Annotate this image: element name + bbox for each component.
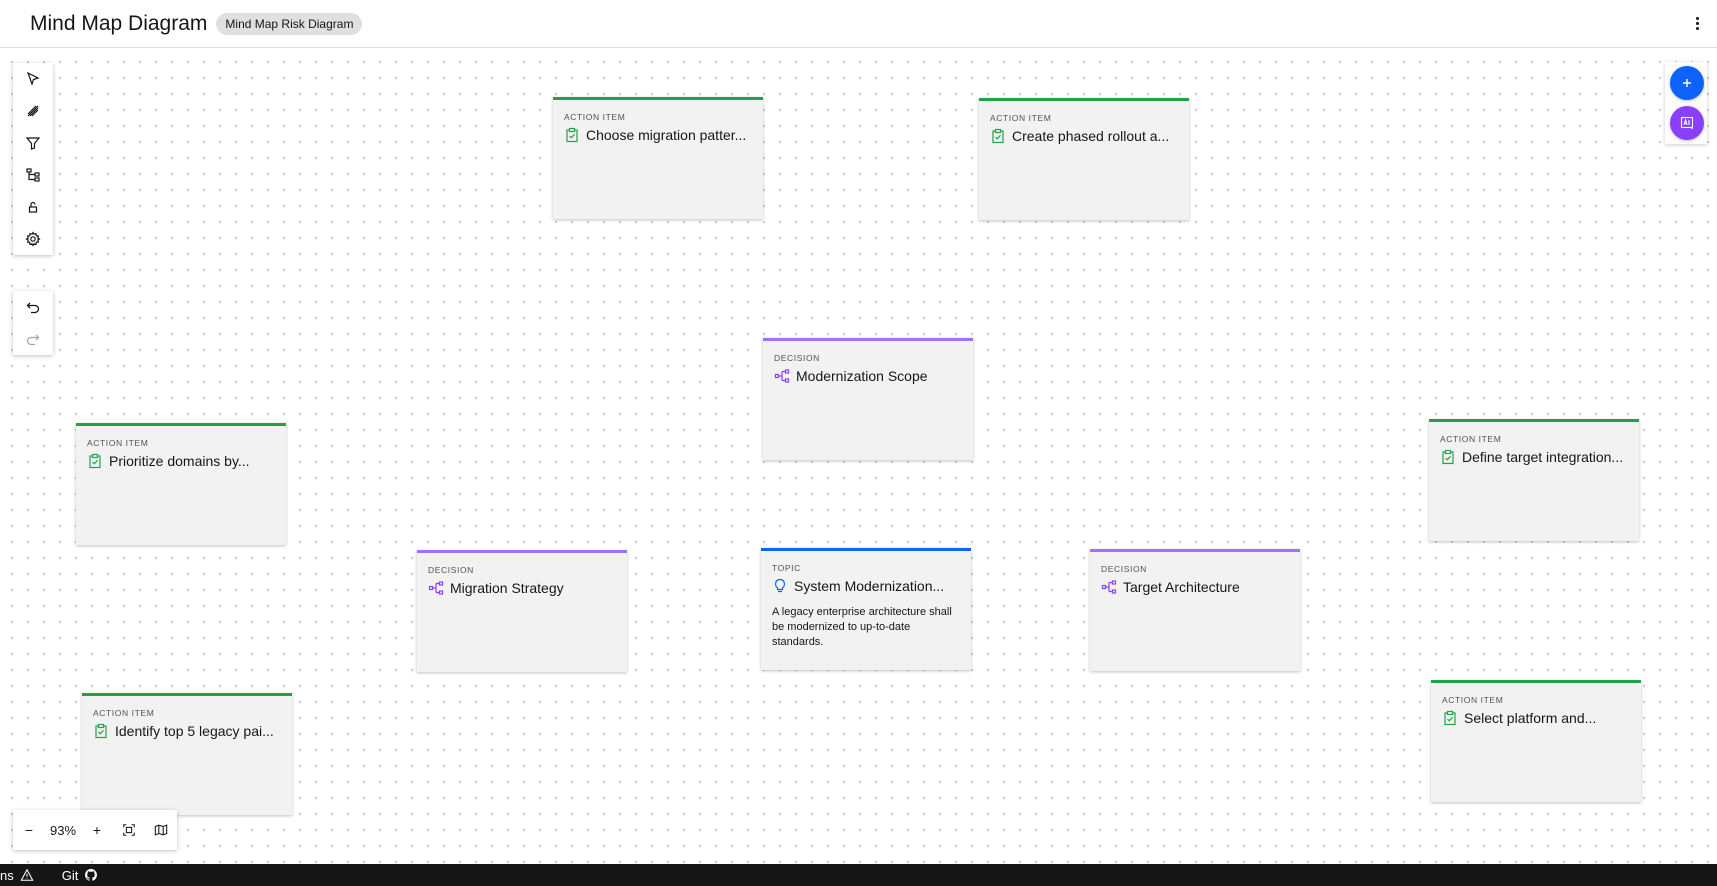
node-action-item[interactable]: ACTION ITEM Create phased rollout a... bbox=[979, 98, 1189, 220]
node-type-label: DECISION bbox=[1101, 564, 1147, 574]
draw-tool-button[interactable] bbox=[13, 95, 53, 127]
decision-tree-icon bbox=[1101, 579, 1117, 595]
map-icon bbox=[154, 824, 168, 836]
tools-toolbar bbox=[13, 63, 53, 255]
node-type-label: TOPIC bbox=[772, 563, 801, 573]
node-title: Choose migration patter... bbox=[586, 127, 747, 143]
minimap-button[interactable] bbox=[145, 810, 177, 850]
clipboard-check-icon bbox=[93, 723, 109, 739]
node-action-item[interactable]: ACTION ITEM Define target integration... bbox=[1429, 419, 1639, 541]
diagram-type-tag: Mind Map Risk Diagram bbox=[216, 12, 363, 35]
node-action-item[interactable]: ACTION ITEM Identify top 5 legacy pai... bbox=[82, 693, 292, 815]
clipboard-check-icon bbox=[1442, 710, 1458, 726]
zoom-controls: − 93% + bbox=[13, 810, 177, 850]
status-bar: ns Git bbox=[0, 864, 1717, 886]
git-label: Git bbox=[61, 867, 79, 883]
node-title: Target Architecture bbox=[1123, 579, 1240, 595]
node-type-label: ACTION ITEM bbox=[990, 113, 1052, 123]
select-tool-button[interactable] bbox=[13, 63, 53, 95]
settings-tool-button[interactable] bbox=[13, 223, 53, 255]
undo-icon bbox=[26, 302, 40, 314]
node-decision[interactable]: DECISION Modernization Scope bbox=[763, 338, 973, 460]
github-icon bbox=[85, 868, 98, 881]
fit-screen-icon bbox=[123, 824, 135, 836]
warning-icon bbox=[20, 868, 34, 881]
overflow-menu-icon[interactable] bbox=[1687, 12, 1707, 34]
problems-label: ns bbox=[0, 867, 14, 883]
node-action-item[interactable]: ACTION ITEM Select platform and... bbox=[1431, 680, 1641, 802]
node-action-item[interactable]: ACTION ITEM Choose migration patter... bbox=[553, 97, 763, 219]
pen-icon bbox=[27, 105, 39, 117]
node-title: Modernization Scope bbox=[796, 368, 928, 384]
node-type-label: ACTION ITEM bbox=[1440, 434, 1502, 444]
filter-icon bbox=[25, 137, 41, 150]
page-title: Mind Map Diagram bbox=[30, 11, 208, 35]
history-toolbar bbox=[13, 291, 53, 355]
zoom-in-button[interactable]: + bbox=[81, 810, 113, 850]
redo-icon bbox=[26, 334, 40, 346]
problems-status[interactable]: ns bbox=[0, 868, 34, 883]
ai-assistant-button[interactable] bbox=[1670, 106, 1704, 140]
node-type-label: ACTION ITEM bbox=[93, 708, 155, 718]
lightbulb-icon bbox=[772, 578, 788, 594]
undo-button[interactable] bbox=[13, 291, 53, 323]
node-title: Create phased rollout a... bbox=[1012, 128, 1170, 144]
lock-icon bbox=[28, 201, 38, 213]
diagram-canvas[interactable]: ACTION ITEM Choose migration patter... A… bbox=[0, 48, 1717, 864]
select-icon bbox=[26, 71, 40, 86]
clipboard-check-icon bbox=[564, 127, 580, 143]
lock-tool-button[interactable] bbox=[13, 191, 53, 223]
node-action-item[interactable]: ACTION ITEM Prioritize domains by... bbox=[76, 423, 286, 545]
node-title: System Modernization... bbox=[794, 578, 945, 594]
node-type-label: DECISION bbox=[428, 565, 474, 575]
add-node-button[interactable] bbox=[1670, 66, 1704, 100]
node-title: Prioritize domains by... bbox=[109, 453, 250, 469]
node-type-label: ACTION ITEM bbox=[87, 438, 149, 448]
layout-tool-button[interactable] bbox=[13, 159, 53, 191]
app-header: Mind Map Diagram Mind Map Risk Diagram bbox=[0, 0, 1717, 48]
node-topic[interactable]: TOPIC System Modernization... A legacy e… bbox=[761, 548, 971, 670]
node-title: Migration Strategy bbox=[450, 580, 564, 596]
git-status[interactable]: Git bbox=[62, 868, 99, 883]
clipboard-check-icon bbox=[990, 128, 1006, 144]
node-title: Define target integration... bbox=[1462, 449, 1624, 465]
node-title: Identify top 5 legacy pai... bbox=[115, 723, 274, 739]
clipboard-check-icon bbox=[87, 453, 103, 469]
node-title: Select platform and... bbox=[1464, 710, 1597, 726]
filter-tool-button[interactable] bbox=[13, 127, 53, 159]
settings-icon bbox=[25, 231, 41, 247]
node-description: A legacy enterprise architecture shall b… bbox=[772, 606, 952, 648]
node-type-label: ACTION ITEM bbox=[564, 112, 626, 122]
node-decision[interactable]: DECISION Migration Strategy bbox=[417, 550, 627, 672]
redo-button[interactable] bbox=[13, 323, 53, 355]
decision-tree-icon bbox=[428, 580, 444, 596]
node-decision[interactable]: DECISION Target Architecture bbox=[1090, 549, 1300, 671]
node-type-label: DECISION bbox=[774, 353, 820, 363]
plus-icon bbox=[1683, 79, 1691, 87]
zoom-level: 93% bbox=[49, 822, 77, 838]
clipboard-check-icon bbox=[1440, 449, 1456, 465]
tree-icon bbox=[26, 168, 40, 182]
decision-tree-icon bbox=[774, 368, 790, 384]
node-type-label: ACTION ITEM bbox=[1442, 695, 1504, 705]
zoom-out-button[interactable]: − bbox=[13, 810, 45, 850]
ai-icon bbox=[1680, 116, 1694, 130]
fit-to-screen-button[interactable] bbox=[113, 810, 145, 850]
